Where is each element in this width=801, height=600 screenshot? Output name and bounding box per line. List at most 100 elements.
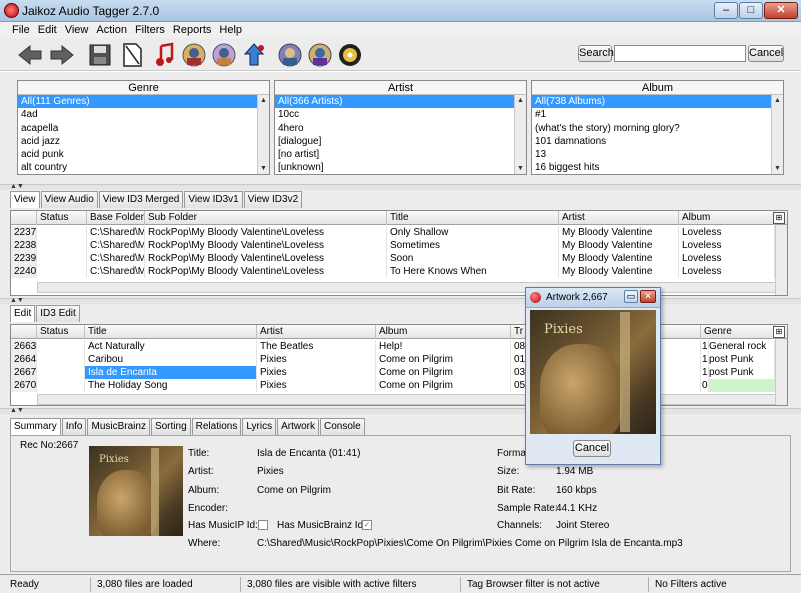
menu-action[interactable]: Action	[92, 24, 131, 36]
vertical-scrollbar[interactable]	[775, 339, 787, 405]
column-header[interactable]: Artist	[257, 325, 376, 339]
dialog-close-button[interactable]: ✕	[640, 290, 656, 303]
column-header[interactable]: Genre	[701, 325, 775, 339]
list-item[interactable]: All(366 Artists)	[275, 95, 526, 109]
cell[interactable]: Caribou	[85, 353, 257, 366]
list-item[interactable]: acid punk	[18, 148, 269, 161]
cell[interactable]: 1	[701, 340, 709, 353]
tab-view[interactable]: View	[10, 191, 40, 208]
forward-arrow-icon[interactable]	[48, 41, 76, 69]
tab-edit[interactable]: Edit	[10, 305, 36, 322]
column-header[interactable]: Status	[37, 211, 87, 225]
close-button[interactable]: ✕	[764, 2, 798, 19]
column-chooser-icon[interactable]: ⊞	[773, 326, 785, 338]
minimize-button[interactable]: –	[714, 2, 738, 19]
back-arrow-icon[interactable]	[16, 41, 44, 69]
cancel-search-button[interactable]: Cancel	[748, 45, 784, 62]
column-header[interactable]: Status	[37, 325, 85, 339]
table-row[interactable]: 2240 C:\Shared\Mu RockPop\My Bloody Vale…	[11, 265, 787, 278]
genre-list[interactable]: Genre All(111 Genres) 4ad acapella acid …	[17, 80, 270, 175]
table-row[interactable]: 2670 The Holiday Song Pixies Come on Pil…	[11, 379, 787, 392]
view-table[interactable]: Status Base Folder Sub Folder Title Arti…	[10, 210, 788, 296]
search-button[interactable]: Search	[578, 45, 614, 62]
artist-header[interactable]: Artist	[275, 81, 526, 95]
list-item[interactable]: [dialogue]	[275, 135, 526, 148]
tab-summary[interactable]: Summary	[10, 418, 61, 435]
cell[interactable]: Come on Pilgrim	[376, 379, 511, 392]
tab-id3-edit[interactable]: ID3 Edit	[36, 305, 80, 322]
cell[interactable]: Help!	[376, 340, 511, 353]
list-item[interactable]: 13	[532, 148, 783, 161]
menu-help[interactable]: Help	[215, 24, 246, 36]
column-header[interactable]	[11, 325, 37, 339]
edit-table[interactable]: Status Title Artist Album Tr Genre ⊞ 266…	[10, 324, 788, 406]
list-item[interactable]: 10cc	[275, 108, 526, 121]
tab-view-id3-merged[interactable]: View ID3 Merged	[98, 191, 184, 208]
cell[interactable]: 0	[701, 379, 709, 392]
tab-artwork[interactable]: Artwork	[277, 418, 319, 435]
table-row[interactable]: 2237 C:\Shared\Mu RockPop\My Bloody Vale…	[11, 226, 787, 239]
list-item[interactable]: (what's the story) morning glory?	[532, 122, 783, 135]
selected-cell[interactable]: Isla de Encanta	[85, 366, 257, 379]
maximize-button[interactable]: □	[739, 2, 763, 19]
horizontal-scrollbar[interactable]	[37, 282, 777, 293]
cell[interactable]: Act Naturally	[85, 340, 257, 353]
tab-view-id3v1[interactable]: View ID3v1	[184, 191, 243, 208]
list-item[interactable]: All(111 Genres)	[18, 95, 269, 109]
table-row[interactable]: 2238 C:\Shared\Mu RockPop\My Bloody Vale…	[11, 239, 787, 252]
cell[interactable]: The Beatles	[257, 340, 376, 353]
list-item[interactable]: #1	[532, 108, 783, 121]
upload-icon[interactable]	[240, 41, 268, 69]
cell[interactable]: Pixies	[257, 366, 376, 379]
music-note-icon[interactable]	[150, 41, 178, 69]
save-icon[interactable]	[86, 41, 114, 69]
column-header[interactable]: Artist	[559, 211, 679, 225]
musicbrainz-icon[interactable]	[276, 41, 304, 69]
menu-filters[interactable]: Filters	[131, 24, 169, 36]
column-header[interactable]	[11, 211, 37, 225]
tab-view-audio[interactable]: View Audio	[40, 191, 98, 208]
tab-info[interactable]: Info	[61, 418, 87, 435]
cell[interactable]: post Punk	[709, 353, 775, 366]
column-header[interactable]: Title	[85, 325, 257, 339]
list-item[interactable]: acapella	[18, 122, 269, 135]
document-icon[interactable]	[118, 41, 146, 69]
album-scrollbar[interactable]: ▲ ▼	[771, 95, 783, 174]
album-list[interactable]: Album All(738 Albums) #1 (what's the sto…	[531, 80, 784, 175]
tab-musicbrainz[interactable]: MusicBrainz	[87, 418, 150, 435]
musicbrainz-2-icon[interactable]	[306, 41, 334, 69]
tab-view-id3v2[interactable]: View ID3v2	[243, 191, 303, 208]
column-header[interactable]: Base Folder	[87, 211, 145, 225]
list-item[interactable]: 4ad	[18, 108, 269, 121]
cell[interactable]: Pixies	[257, 379, 376, 392]
cell[interactable]: Pixies	[257, 353, 376, 366]
horizontal-scrollbar[interactable]	[37, 394, 777, 405]
table-row[interactable]: 2663 Act Naturally The Beatles Help! 08 …	[11, 340, 787, 353]
tab-lyrics[interactable]: Lyrics	[242, 418, 277, 435]
tab-sorting[interactable]: Sorting	[150, 418, 191, 435]
tab-relations[interactable]: Relations	[191, 418, 242, 435]
column-header[interactable]: Album	[679, 211, 775, 225]
artist-list[interactable]: Artist All(366 Artists) 10cc 4hero [dial…	[274, 80, 527, 175]
artist-scrollbar[interactable]: ▲ ▼	[514, 95, 526, 174]
tab-console[interactable]: Console	[320, 418, 365, 435]
column-header[interactable]: Sub Folder	[145, 211, 387, 225]
vertical-scrollbar[interactable]	[775, 225, 787, 295]
menu-view[interactable]: View	[61, 24, 93, 36]
cell[interactable]: 1	[701, 353, 709, 366]
dialog-cancel-button[interactable]: Cancel	[573, 440, 611, 457]
list-item[interactable]: acid jazz	[18, 135, 269, 148]
cell[interactable]: General rock	[709, 340, 775, 353]
table-row[interactable]: 2239 C:\Shared\Mu RockPop\My Bloody Vale…	[11, 252, 787, 265]
album-header[interactable]: Album	[532, 81, 783, 95]
cell[interactable]	[709, 379, 775, 392]
cd-icon[interactable]	[336, 41, 364, 69]
column-header[interactable]: Album	[376, 325, 511, 339]
list-item[interactable]: [no artist]	[275, 148, 526, 161]
list-item[interactable]: 4hero	[275, 122, 526, 135]
list-item[interactable]: 16 biggest hits	[532, 161, 783, 174]
list-item[interactable]: alt country	[18, 161, 269, 174]
menu-reports[interactable]: Reports	[169, 24, 216, 36]
table-row[interactable]: 2667 Isla de Encanta Pixies Come on Pilg…	[11, 366, 787, 379]
cell[interactable]: Come on Pilgrim	[376, 353, 511, 366]
